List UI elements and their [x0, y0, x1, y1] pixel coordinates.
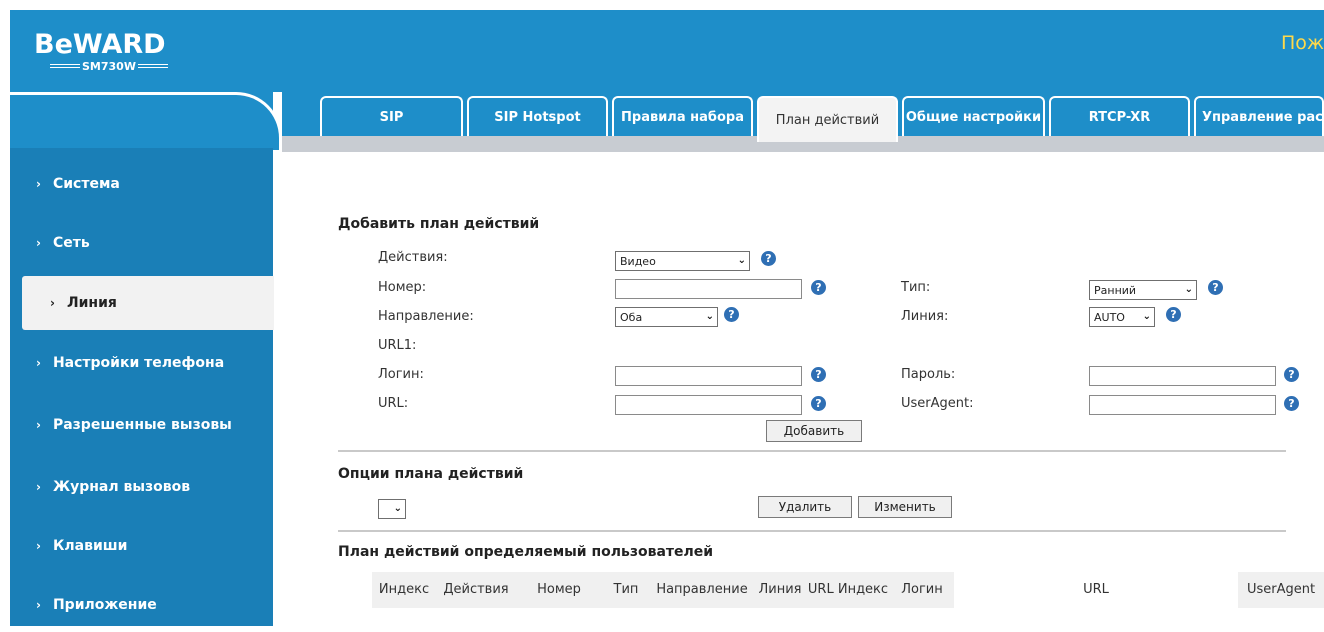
sidebar-top [10, 92, 282, 150]
tab-sip-hotspot[interactable]: SIP Hotspot [467, 96, 608, 136]
line-label: Линия: [901, 309, 949, 324]
help-icon[interactable]: ? [724, 307, 739, 322]
edit-button[interactable]: Изменить [858, 496, 952, 518]
column-header: URL Индекс [807, 582, 889, 597]
action-select[interactable]: Видео ⌄ [615, 251, 750, 271]
login-label: Логин: [378, 367, 424, 382]
sidebar-item-allowed-calls[interactable]: › Разрешенные вызовы [0, 398, 263, 452]
chevron-down-icon: ⌄ [737, 255, 746, 266]
column-header: Номер [537, 582, 581, 597]
action-label: Действия: [378, 250, 448, 265]
chevron-down-icon: ⌄ [393, 503, 402, 514]
column-header: Тип [613, 582, 639, 597]
welcome-text: Пож [1280, 32, 1324, 54]
sidebar-item-system[interactable]: › Система [0, 157, 263, 211]
help-icon[interactable]: ? [811, 396, 826, 411]
section-divider [338, 450, 1286, 452]
sidebar-item-label: Сеть [52, 235, 90, 251]
chevron-right-icon: › [50, 296, 55, 310]
useragent-label: UserAgent: [901, 396, 974, 411]
sidebar-item-label: Журнал вызовов [52, 479, 191, 495]
line-value: AUTO [1094, 310, 1125, 324]
user-plan-title: План действий определяемый пользователей [338, 544, 714, 560]
password-label: Пароль: [901, 367, 956, 382]
help-icon[interactable]: ? [811, 280, 826, 295]
help-icon[interactable]: ? [1284, 367, 1299, 382]
url1-label: URL1: [378, 338, 417, 353]
chevron-right-icon: › [36, 177, 41, 191]
header-bar: BeWARD SM730W Пож [10, 10, 1324, 92]
logo-wordmark: BeWARD [34, 29, 166, 60]
sidebar-item-apps[interactable]: › Приложение [0, 578, 263, 632]
tab-management[interactable]: Управление рас [1194, 96, 1324, 136]
chevron-down-icon: ⌄ [705, 311, 714, 322]
chevron-right-icon: › [36, 418, 41, 432]
type-select[interactable]: Ранний ⌄ [1089, 280, 1197, 300]
help-icon[interactable]: ? [1166, 307, 1181, 322]
line-select[interactable]: AUTO ⌄ [1089, 307, 1155, 327]
chevron-right-icon: › [36, 598, 41, 612]
url-input[interactable] [615, 395, 802, 415]
sidebar-item-line[interactable]: › Линия [22, 276, 274, 330]
tab-rtcp-xr[interactable]: RTCP-XR [1049, 96, 1190, 136]
sidebar-item-label: Приложение [52, 597, 157, 613]
direction-value: Оба [620, 310, 643, 324]
column-header: Логин [901, 582, 943, 597]
type-value: Ранний [1094, 283, 1137, 297]
section-divider [338, 530, 1286, 532]
sidebar-item-keys[interactable]: › Клавиши [0, 519, 263, 573]
number-input[interactable] [615, 279, 802, 299]
action-value: Видео [620, 254, 656, 268]
number-label: Номер: [378, 280, 427, 295]
delete-button[interactable]: Удалить [758, 496, 852, 518]
sidebar-item-label: Разрешенные вызовы [52, 417, 232, 433]
tab-sip[interactable]: SIP [320, 96, 463, 136]
sidebar-item-label: Клавиши [52, 538, 128, 554]
sidebar-item-label: Линия [66, 295, 117, 311]
useragent-input[interactable] [1089, 395, 1276, 415]
chevron-right-icon: › [36, 236, 41, 250]
help-icon[interactable]: ? [1284, 396, 1299, 411]
login-input[interactable] [615, 366, 802, 386]
chevron-right-icon: › [36, 539, 41, 553]
options-title: Опции плана действий [338, 466, 524, 482]
type-label: Тип: [901, 280, 931, 295]
column-header: Линия [758, 582, 802, 597]
help-icon[interactable]: ? [811, 367, 826, 382]
sidebar-item-label: Система [52, 176, 120, 192]
column-header: Направление [656, 582, 748, 597]
sidebar-item-call-log[interactable]: › Журнал вызовов [0, 460, 263, 514]
column-header: Индекс [378, 582, 430, 597]
beward-logo: BeWARD SM730W [34, 29, 168, 73]
logo-model: SM730W [48, 60, 170, 73]
help-icon[interactable]: ? [1208, 280, 1223, 295]
password-input[interactable] [1089, 366, 1276, 386]
add-plan-title: Добавить план действий [338, 216, 540, 232]
help-icon[interactable]: ? [761, 251, 776, 266]
direction-label: Направление: [378, 309, 474, 324]
chevron-down-icon: ⌄ [1142, 311, 1151, 322]
chevron-right-icon: › [36, 480, 41, 494]
direction-select[interactable]: Оба ⌄ [615, 307, 718, 327]
add-button[interactable]: Добавить [766, 420, 862, 442]
column-header: URL [954, 572, 1238, 608]
tab-general-settings[interactable]: Общие настройки [902, 96, 1045, 136]
model-name: SM730W [82, 60, 136, 73]
column-header: Действия [443, 582, 509, 597]
chevron-down-icon: ⌄ [1184, 284, 1193, 295]
plan-options-select[interactable]: ⌄ [378, 499, 406, 519]
sidebar-item-network[interactable]: › Сеть [0, 216, 263, 270]
user-plan-table-header: Индекс Действия Номер Тип Направление Ли… [372, 572, 1324, 608]
chevron-right-icon: › [36, 356, 41, 370]
sidebar-item-phone-settings[interactable]: › Настройки телефона [0, 336, 263, 390]
url-label: URL: [378, 396, 409, 411]
column-header: UserAgent [1246, 582, 1316, 597]
sidebar-item-label: Настройки телефона [52, 355, 225, 371]
tab-dial-rules[interactable]: Правила набора [612, 96, 753, 136]
tab-action-plan[interactable]: План действий [757, 96, 898, 142]
